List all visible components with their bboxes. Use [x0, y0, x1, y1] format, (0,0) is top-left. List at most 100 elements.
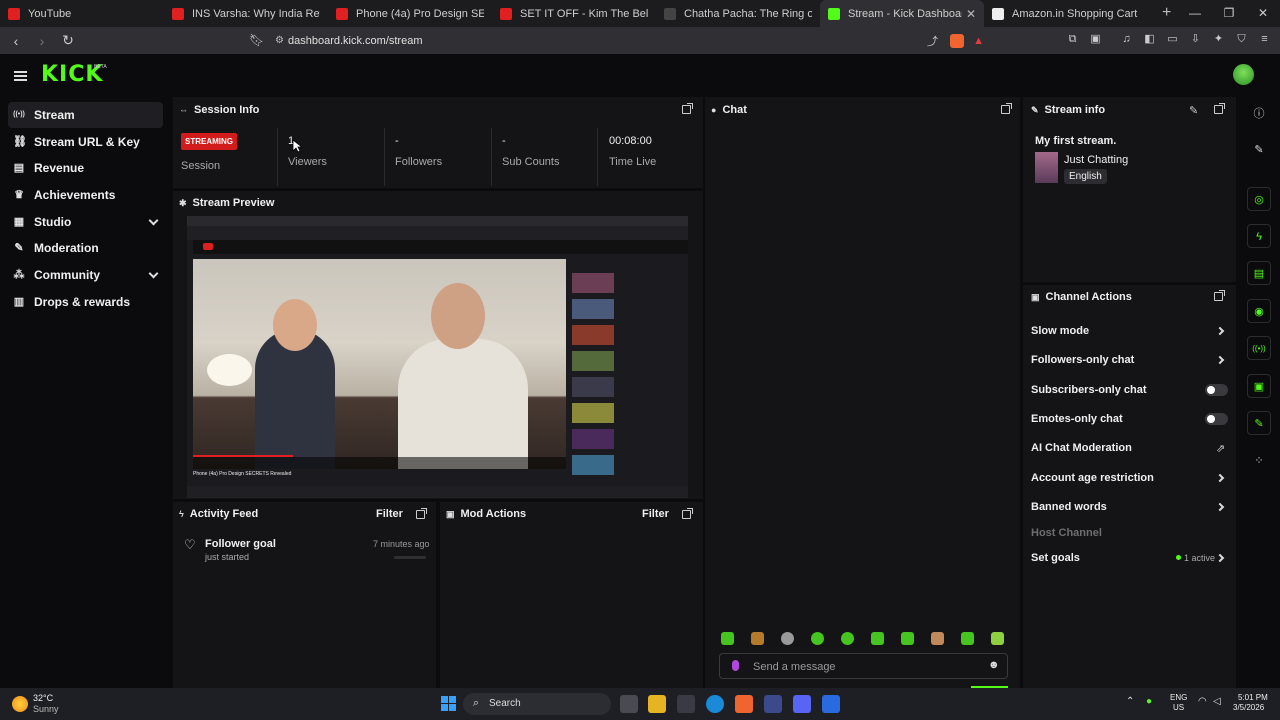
app-icon[interactable] — [764, 695, 782, 713]
sidebar-item-revenue[interactable]: ▤ Revenue — [8, 155, 163, 181]
input-language-1[interactable]: ENG — [1170, 693, 1187, 702]
task-view-icon[interactable] — [620, 695, 638, 713]
emote-icon[interactable] — [901, 632, 914, 645]
clipboard-icon[interactable]: ▤ — [1247, 261, 1271, 285]
sidebar-item-moderation[interactable]: ✎ Moderation — [8, 235, 163, 261]
info-icon[interactable]: ⓘ — [1247, 102, 1271, 126]
external-link-icon[interactable]: ⇗ — [1216, 442, 1225, 455]
sidebar-item-community[interactable]: ⁂ Community — [8, 262, 163, 288]
clock-time[interactable]: 5:01 PM — [1238, 693, 1268, 702]
downloads-icon[interactable]: ⇩ — [1188, 32, 1203, 47]
emote-icon[interactable] — [751, 632, 764, 645]
emote-icon[interactable] — [781, 632, 794, 645]
emote-icon[interactable] — [931, 632, 944, 645]
followers-only-item[interactable]: Followers-only chat — [1031, 354, 1134, 366]
stream-preview-video[interactable]: Phone (4a) Pro Design SECRETS Revealed — [187, 216, 688, 498]
chat-bubble-icon[interactable]: ◉ — [1247, 299, 1271, 323]
sidebar-item-stream-url-key[interactable]: ⛓ Stream URL & Key — [8, 129, 163, 155]
emote-icon[interactable] — [991, 632, 1004, 645]
popout-icon[interactable] — [416, 508, 427, 519]
sidebar-item-stream[interactable]: ((•)) Stream — [8, 102, 163, 128]
media-icon[interactable]: ♫ — [1119, 32, 1134, 47]
emote-icon[interactable] — [841, 632, 854, 645]
set-goals-item[interactable]: Set goals — [1031, 552, 1080, 564]
hamburger-icon[interactable] — [14, 71, 27, 81]
layout-icon[interactable]: ▣ — [1247, 374, 1271, 398]
browser-tab[interactable]: Stream - Kick Dashboard ✕ — [820, 0, 984, 27]
wrench-icon[interactable]: ✎ — [1247, 411, 1271, 435]
close-window-icon[interactable]: ✕ — [1246, 0, 1280, 27]
more-icon[interactable]: ⁘ — [1247, 449, 1271, 473]
emotes-only-toggle[interactable] — [1205, 413, 1228, 425]
bookmark-icon[interactable]: 🔖︎ — [249, 33, 264, 47]
browser-tab[interactable]: SET IT OFF - Kim The Beloved, Reble — [492, 0, 656, 27]
ai-chat-moderation-item[interactable]: AI Chat Moderation — [1031, 442, 1132, 454]
back-icon[interactable]: ‹ — [6, 33, 26, 49]
popout-icon[interactable] — [1214, 103, 1225, 114]
taskbar-search-box[interactable]: ⌕ Search — [463, 693, 611, 715]
minimize-icon[interactable]: — — [1178, 0, 1212, 27]
target-icon[interactable]: ◎ — [1247, 187, 1271, 211]
menu-icon[interactable]: ≡ — [1257, 32, 1272, 47]
account-age-item[interactable]: Account age restriction — [1031, 472, 1154, 484]
brave-shield-icon[interactable] — [950, 33, 964, 48]
discord-icon[interactable] — [793, 695, 811, 713]
new-tab-button[interactable]: + — [1162, 0, 1171, 27]
sidebar-item-drops-rewards[interactable]: ▥ Drops & rewards — [8, 289, 163, 315]
wifi-icon[interactable]: ◠ — [1198, 696, 1207, 707]
leo-ai-icon[interactable]: ✦ — [1211, 32, 1226, 47]
chevron-down-icon[interactable] — [148, 268, 159, 279]
reload-icon[interactable]: ↻ — [58, 32, 78, 49]
browser-tab[interactable]: Phone (4a) Pro Design SECRETS R — [328, 0, 492, 27]
sidebar-item-studio[interactable]: ▦ Studio — [8, 209, 163, 235]
lightning-icon[interactable]: ϟ — [1247, 224, 1271, 248]
chevron-down-icon[interactable] — [148, 215, 159, 226]
broadcast-icon[interactable]: ((•)) — [1247, 336, 1271, 360]
brave-icon[interactable] — [735, 695, 753, 713]
file-explorer-icon[interactable] — [648, 695, 666, 713]
microphone-tray-icon[interactable]: ● — [1146, 696, 1152, 707]
restore-icon[interactable]: ❐ — [1212, 0, 1246, 27]
windows-start-icon[interactable] — [441, 696, 456, 711]
vpn-icon[interactable]: ⛉ — [1234, 32, 1249, 47]
store-icon[interactable] — [677, 695, 695, 713]
subscribers-only-toggle[interactable] — [1205, 384, 1228, 396]
clock-date[interactable]: 3/5/2026 — [1233, 703, 1264, 712]
browser-tab[interactable]: INS Varsha: Why India Revealed Its "S — [164, 0, 328, 27]
pencil-icon[interactable]: ✎ — [1247, 138, 1271, 162]
extensions-icon[interactable]: ⧉ — [1065, 32, 1080, 47]
close-tab-icon[interactable]: ✕ — [966, 7, 976, 21]
microphone-icon[interactable] — [732, 660, 739, 671]
tab-search-icon[interactable]: ▣ — [1088, 32, 1103, 47]
chat-input[interactable]: Send a message ☻ — [719, 653, 1008, 679]
browser-tab[interactable]: Amazon.in Shopping Cart — [984, 0, 1148, 27]
popout-icon[interactable] — [682, 508, 693, 519]
emote-icon[interactable] — [961, 632, 974, 645]
url-field[interactable]: ⚙ dashboard.kick.com/stream ⤴ ▲ — [268, 30, 990, 51]
activity-filter-button[interactable]: Filter — [376, 508, 403, 520]
edit-icon[interactable]: ✎ — [1189, 104, 1198, 117]
input-language-2[interactable]: US — [1173, 703, 1184, 712]
wallet-icon[interactable]: ▭ — [1165, 32, 1180, 47]
volume-icon[interactable]: ◁ — [1213, 696, 1221, 707]
popout-icon[interactable] — [1001, 103, 1012, 114]
weather-icon[interactable] — [12, 696, 28, 712]
sidebar-item-achievements[interactable]: ♛ Achievements — [8, 182, 163, 208]
sidebar-toggle-icon[interactable]: ◧ — [1142, 32, 1157, 47]
mod-filter-button[interactable]: Filter — [642, 508, 669, 520]
tray-chevron-icon[interactable]: ⌃ — [1126, 696, 1134, 707]
share-icon[interactable]: ⤴ — [927, 33, 938, 49]
browser-tab[interactable]: Chatha Pacha: The Ring of Rowdies | — [656, 0, 820, 27]
emote-icon[interactable] — [871, 632, 884, 645]
avatar[interactable] — [1233, 64, 1254, 85]
emote-icon[interactable] — [811, 632, 824, 645]
app-icon[interactable] — [822, 695, 840, 713]
forward-icon[interactable]: › — [32, 33, 52, 49]
banned-words-item[interactable]: Banned words — [1031, 501, 1107, 513]
popout-icon[interactable] — [1214, 290, 1225, 301]
popout-icon[interactable] — [682, 103, 693, 114]
browser-tab[interactable]: YouTube — [0, 0, 164, 27]
site-info-icon[interactable]: ⚙ — [275, 35, 284, 46]
rewards-icon[interactable]: ▲ — [973, 35, 984, 47]
emote-icon[interactable] — [721, 632, 734, 645]
